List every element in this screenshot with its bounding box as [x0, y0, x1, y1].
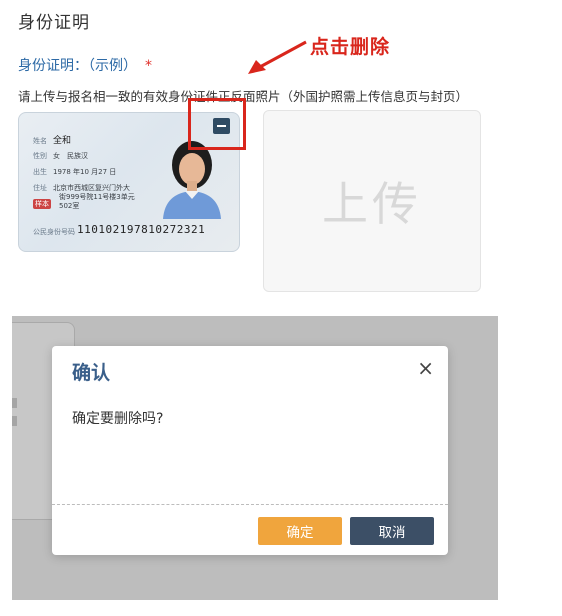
section-title: 身份证明 — [18, 13, 90, 33]
upload-label: 上传 — [322, 177, 422, 231]
dialog-divider — [52, 504, 448, 505]
field-label: 身份证明：（示例） * — [18, 55, 152, 75]
background-decoration — [12, 416, 17, 426]
annotation-text: 点击删除 — [310, 36, 391, 58]
id-number-label: 公民身份号码 — [33, 228, 75, 236]
close-icon[interactable]: × — [417, 356, 434, 380]
dialog-title: 确认 — [72, 362, 111, 384]
annotation-arrow-icon — [248, 40, 307, 74]
upload-box[interactable]: 上传 — [263, 110, 481, 292]
id-number: 110102197810272321 — [77, 223, 206, 236]
annotation-highlight-box — [188, 98, 246, 150]
dialog-message: 确定要删除吗? — [72, 411, 164, 427]
cancel-button[interactable]: 取消 — [350, 517, 434, 545]
card-row: 502室 — [59, 202, 80, 210]
card-row: 出生 1978 年10 月27 日 — [33, 168, 117, 176]
sample-stamp: 样本 — [33, 199, 51, 209]
confirm-dialog: 确认 × 确定要删除吗? 确定 取消 — [52, 346, 448, 555]
field-label-text: 身份证明：（示例） — [18, 58, 137, 74]
card-row: 性别女 民族汉 — [33, 152, 88, 160]
confirm-button[interactable]: 确定 — [258, 517, 342, 545]
background-decoration — [12, 398, 17, 408]
card-row: 姓名 全和 — [33, 136, 72, 146]
required-mark: * — [145, 58, 152, 74]
